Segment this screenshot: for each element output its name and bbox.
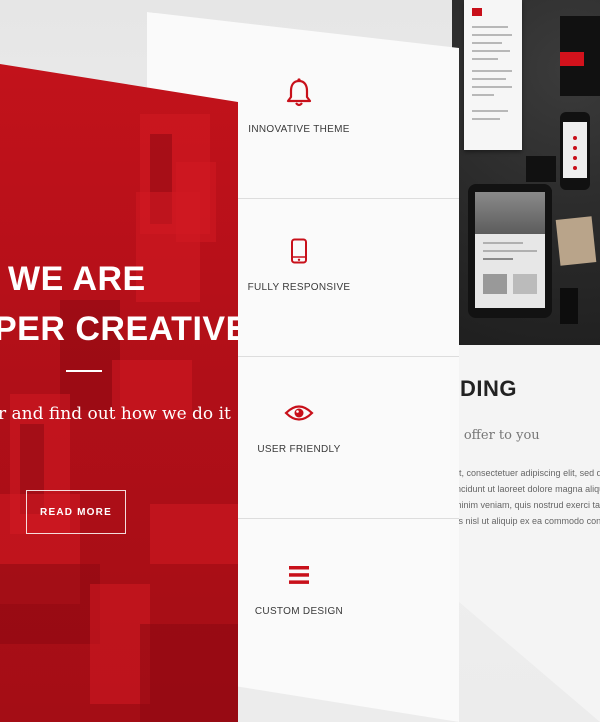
phone-mockup	[560, 112, 590, 190]
branding-mockup-photo	[452, 0, 600, 345]
branding-body-line: minim veniam, quis nostrud exerci tation	[454, 500, 600, 510]
feature-user-friendly: USER FRIENDLY	[229, 396, 369, 455]
hero-divider	[66, 370, 102, 372]
menu-icon	[229, 558, 369, 592]
letterhead-mockup	[464, 0, 522, 150]
tablet-mockup	[468, 184, 552, 318]
feature-innovative-theme: INNOVATIVE THEME	[229, 76, 369, 135]
hero-heading-line2: PER CREATIVE	[0, 310, 238, 348]
feature-fully-responsive: FULLY RESPONSIVE	[229, 234, 369, 293]
branding-subtitle: e offer to you	[452, 428, 540, 443]
logo-mark	[472, 8, 482, 16]
eye-icon	[229, 396, 369, 430]
building-shape	[140, 624, 238, 722]
feature-label: CUSTOM DESIGN	[254, 606, 344, 617]
read-more-button[interactable]: READ MORE	[26, 490, 126, 534]
hero-heading-line1: WE ARE	[8, 260, 146, 298]
bell-icon	[229, 76, 369, 110]
smartphone-icon	[229, 234, 369, 268]
business-card-mockup	[560, 16, 600, 96]
logo-mark	[560, 52, 584, 66]
building-shape	[0, 564, 100, 644]
hero-panel: WE ARE PER CREATIVE r and find out how w…	[0, 64, 238, 722]
feature-label: INNOVATIVE THEME	[248, 124, 350, 135]
branding-panel: DING e offer to you et, consectetuer adi…	[452, 0, 600, 722]
feature-custom-design: CUSTOM DESIGN	[229, 558, 369, 617]
branding-body-line: tis nisl ut aliquip ex ea commodo conseq…	[454, 516, 600, 526]
hero-subtitle: r and find out how we do it	[0, 404, 231, 424]
feature-label: USER FRIENDLY	[257, 444, 341, 455]
building-shape	[150, 504, 238, 564]
branding-body-line: et, consectetuer adipiscing elit, sed di…	[454, 468, 600, 478]
feature-label: FULLY RESPONSIVE	[247, 282, 351, 293]
branding-body-line: incidunt ut laoreet dolore magna aliquam…	[454, 484, 600, 494]
branding-heading: DING	[460, 376, 517, 401]
kraft-card-mockup	[555, 216, 597, 266]
